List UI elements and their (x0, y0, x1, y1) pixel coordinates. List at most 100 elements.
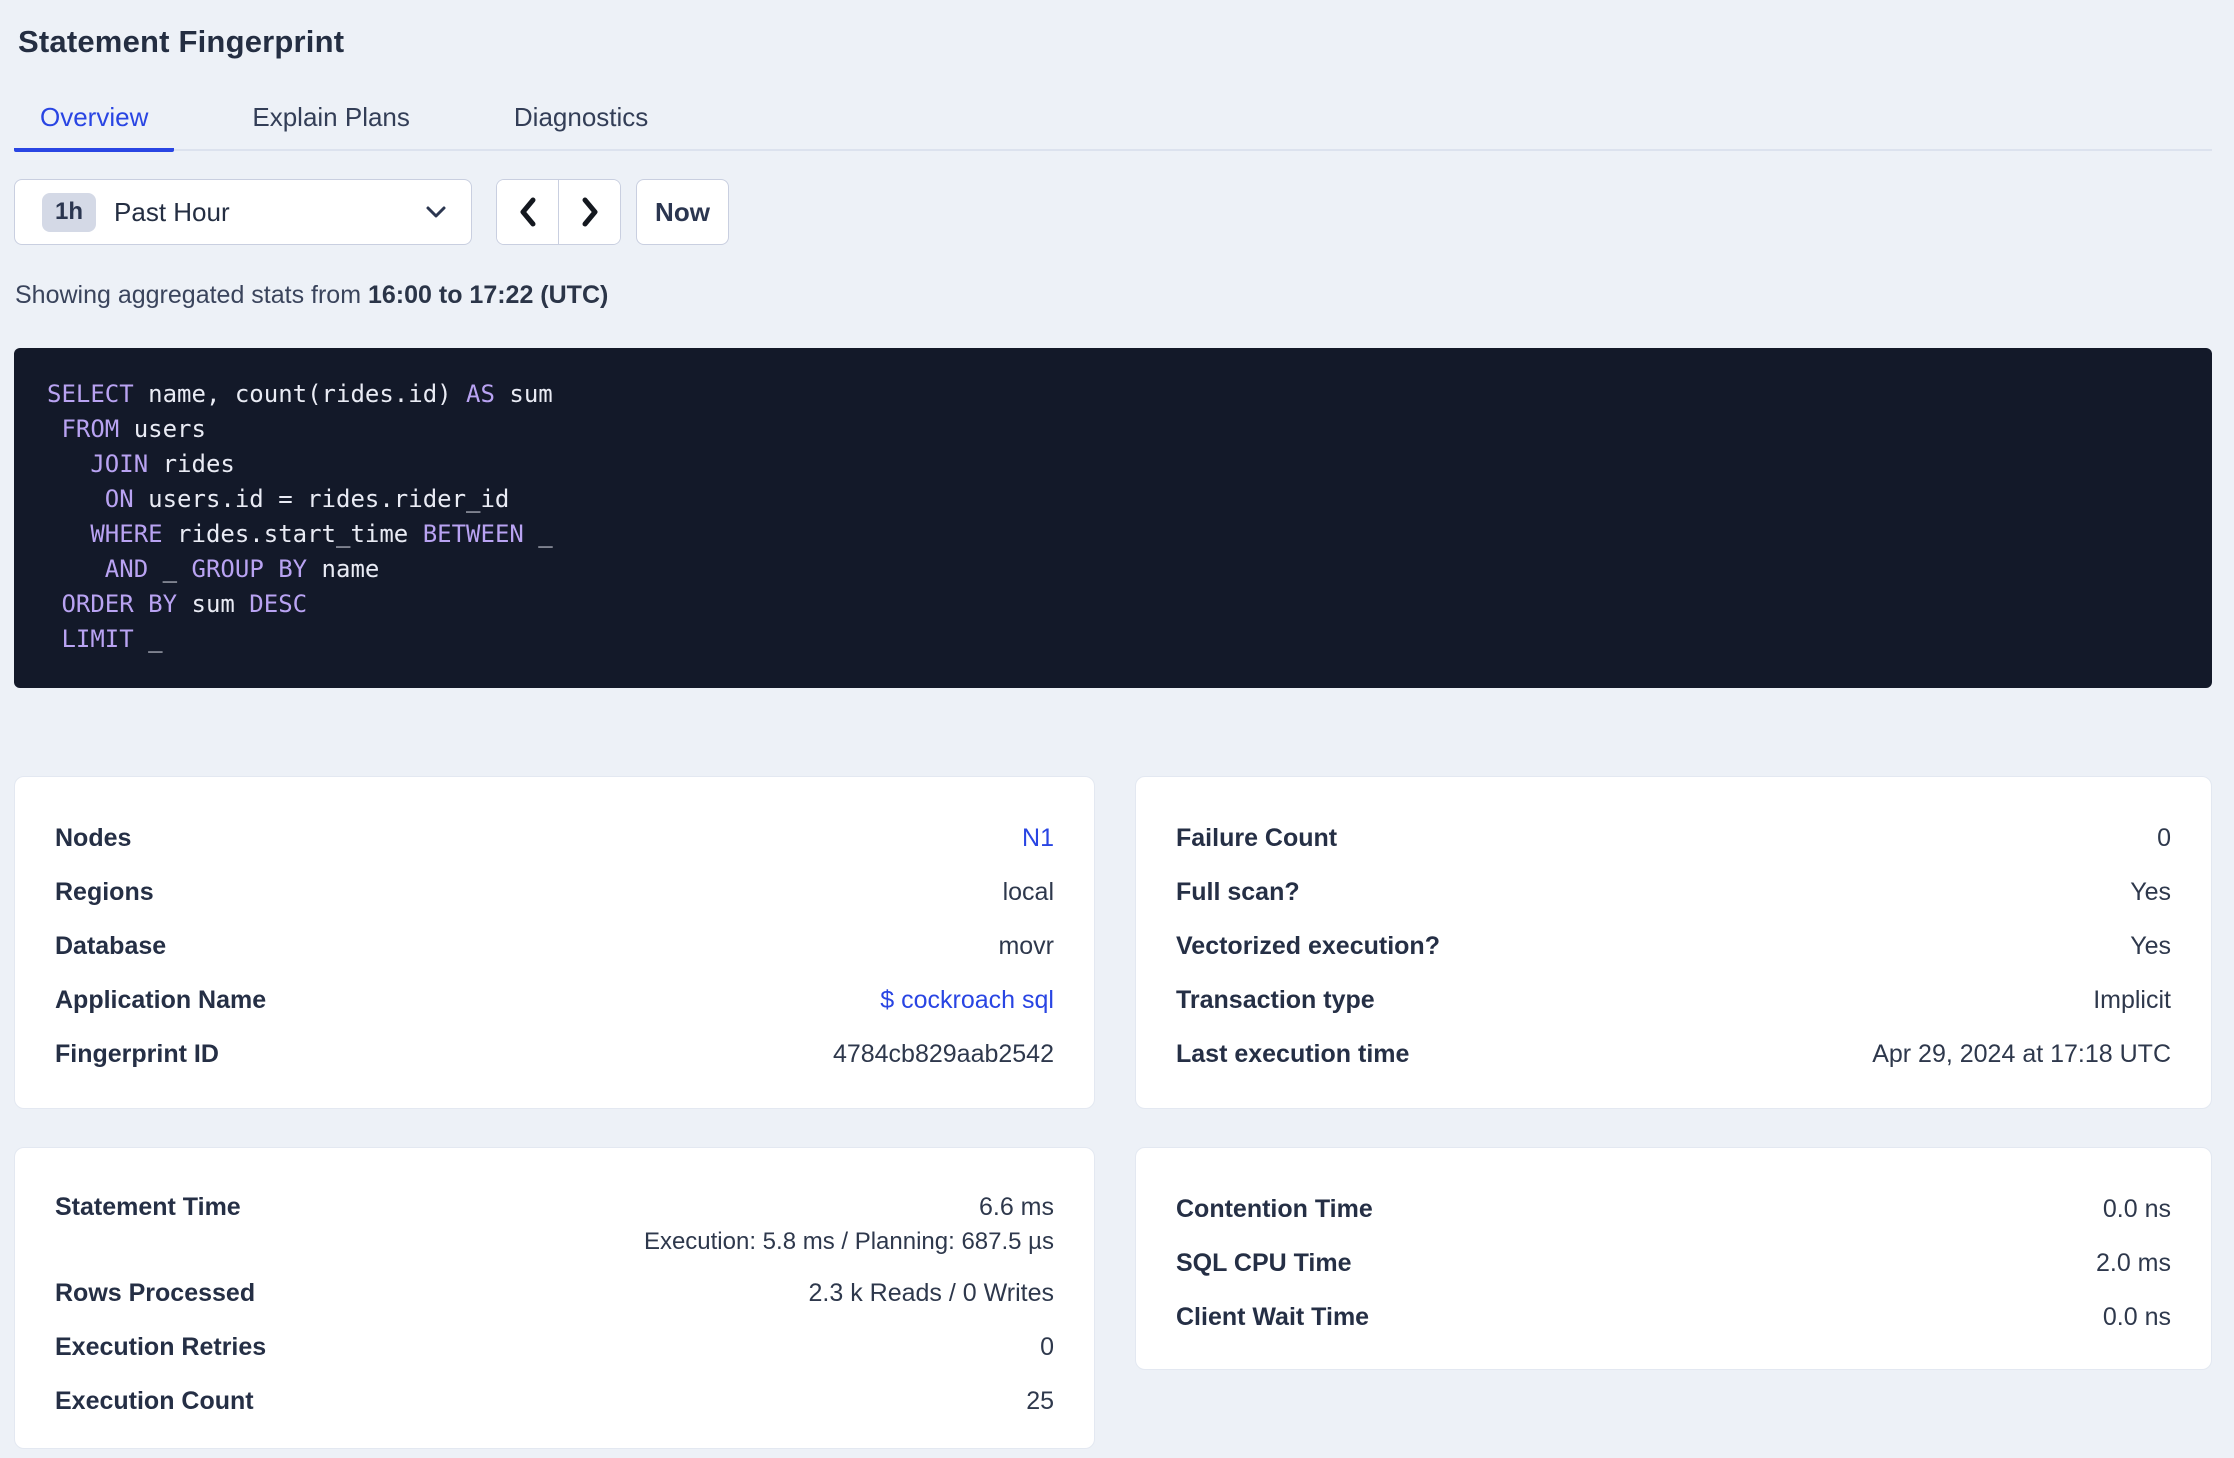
card-row: Vectorized execution? Yes (1176, 919, 2171, 973)
row-value: 0 (2157, 823, 2171, 852)
sql-keyword: ON (104, 485, 134, 513)
card-row: Fingerprint ID 4784cb829aab2542 (55, 1027, 1054, 1081)
sql-line: AND _ GROUP BY name (47, 552, 2179, 587)
row-label: Vectorized execution? (1176, 931, 1440, 960)
row-value-group: local (1003, 878, 1054, 907)
row-value-subtext: Execution: 5.8 ms / Planning: 687.5 µs (643, 1228, 1054, 1255)
sql-keyword: LIMIT (61, 625, 134, 653)
sql-line: JOIN rides (47, 447, 2179, 482)
tab-diagnostics[interactable]: Diagnostics (488, 90, 674, 152)
next-interval-button[interactable] (559, 180, 620, 244)
sql-line: WHERE rides.start_time BETWEEN _ (47, 517, 2179, 552)
card-execution-attributes: Failure Count 0 Full scan? Yes Vectorized ex… (1135, 776, 2212, 1109)
row-label: Full scan? (1176, 877, 1300, 906)
sql-keyword: BETWEEN (422, 520, 524, 548)
card-row: Contention Time 0.0 ns (1176, 1182, 2171, 1236)
row-value: 2.0 ms (2095, 1248, 2171, 1277)
row-label: Database (55, 931, 167, 960)
sql-text: _ (523, 520, 553, 548)
card-row: Full scan? Yes (1176, 865, 2171, 919)
row-value: Implicit (2093, 985, 2171, 1014)
chevron-right-icon (579, 196, 601, 228)
sql-keyword: ORDER BY (61, 590, 178, 618)
tab-bar: Overview Explain Plans Diagnostics (14, 90, 2212, 152)
card-row: Regions local (55, 865, 1054, 919)
sql-text: users (119, 415, 206, 443)
row-value-group: 0 (1040, 1333, 1054, 1362)
stats-line-range: 16:00 to 17:22 (UTC) (367, 281, 609, 309)
sql-keyword: DESC (249, 590, 308, 618)
card-statement-times: Statement Time 6.6 ms Execution: 5.8 ms / … (14, 1147, 1095, 1449)
row-value-group: movr (998, 932, 1054, 961)
sql-line: LIMIT _ (47, 622, 2179, 657)
row-value-group: 0.0 ns (2103, 1195, 2171, 1224)
sql-keyword: AND (104, 555, 149, 583)
row-label: Execution Retries (55, 1332, 267, 1361)
chevron-left-icon (517, 196, 539, 228)
row-label: Client Wait Time (1176, 1302, 1370, 1331)
row-label: Rows Processed (55, 1278, 256, 1307)
sql-line: FROM users (47, 412, 2179, 447)
sql-line: SELECT name, count(rides.id) AS sum (47, 377, 2179, 412)
time-range-dropdown[interactable]: 1h Past Hour (14, 179, 472, 245)
sql-keyword: GROUP BY (191, 555, 308, 583)
sql-keyword: SELECT (47, 380, 134, 408)
row-value-group: 2.3 k Reads / 0 Writes (809, 1279, 1054, 1308)
row-value: 6.6 ms (978, 1193, 1054, 1221)
grid-row-gap (14, 1109, 2212, 1147)
statement-fingerprint-page: Statement Fingerprint Overview Explain Pl… (0, 0, 2234, 1449)
sql-keyword: AS (466, 380, 495, 408)
card-row: Statement Time 6.6 ms Execution: 5.8 ms / … (55, 1182, 1054, 1266)
card-row: Execution Retries 0 (55, 1320, 1054, 1374)
row-label: Application Name (55, 985, 267, 1014)
sql-text: sum (177, 590, 250, 618)
sql-text: _ (148, 555, 192, 583)
chevron-down-icon (425, 205, 447, 219)
row-value-group: 25 (1026, 1387, 1054, 1416)
card-row: Failure Count 0 (1176, 811, 2171, 865)
sql-text: sum (494, 380, 553, 408)
sql-line: ON users.id = rides.rider_id (47, 482, 2179, 517)
card-row: Client Wait Time 0.0 ns (1176, 1290, 2171, 1344)
row-value-group: Apr 29, 2024 at 17:18 UTC (1872, 1040, 2171, 1069)
summary-cards-grid: Nodes N1 Regions local Database movr Applicati… (14, 776, 2212, 1449)
previous-interval-button[interactable] (497, 180, 559, 244)
row-label: SQL CPU Time (1176, 1248, 1352, 1277)
row-value: 2.3 k Reads / 0 Writes (808, 1278, 1054, 1307)
row-value-group: $ cockroach sql (880, 986, 1054, 1015)
card-row: Rows Processed 2.3 k Reads / 0 Writes (55, 1266, 1054, 1320)
row-value-group: N1 (1022, 824, 1054, 853)
tab-explain-plans[interactable]: Explain Plans (226, 90, 436, 152)
tab-overview[interactable]: Overview (14, 90, 175, 152)
row-value: 25 (1026, 1386, 1054, 1415)
card-statement-details: Nodes N1 Regions local Database movr Applicati… (14, 776, 1095, 1109)
sql-text: rides (148, 450, 235, 478)
sql-text: rides.start_time (162, 520, 423, 548)
sql-text: name, count(rides.id) (133, 380, 467, 408)
row-value: 0.0 ns (2102, 1302, 2171, 1331)
row-value: 4784cb829aab2542 (832, 1039, 1054, 1068)
sql-keyword: JOIN (90, 450, 149, 478)
row-value: local (1002, 877, 1054, 906)
row-label: Statement Time (55, 1193, 241, 1221)
card-row: Application Name $ cockroach sql (55, 973, 1054, 1027)
row-value-link[interactable]: $ cockroach sql (880, 986, 1054, 1015)
row-label: Contention Time (1176, 1194, 1373, 1223)
row-label: Failure Count (1176, 823, 1338, 852)
card-row: Execution Count 25 (55, 1374, 1054, 1428)
row-label: Last execution time (1176, 1039, 1410, 1068)
time-controls: 1h Past Hour Now (14, 179, 2212, 245)
now-button[interactable]: Now (636, 179, 729, 245)
row-value-group: 6.6 ms Execution: 5.8 ms / Planning: 687.… (644, 1193, 1054, 1256)
row-label: Execution Count (55, 1386, 254, 1415)
row-label: Nodes (55, 823, 132, 852)
row-value-link[interactable]: N1 (1022, 824, 1054, 853)
time-step-buttons (496, 179, 621, 245)
card-row: Nodes N1 (55, 811, 1054, 865)
card-row: SQL CPU Time 2.0 ms (1176, 1236, 2171, 1290)
row-value-group: Yes (2130, 932, 2171, 961)
